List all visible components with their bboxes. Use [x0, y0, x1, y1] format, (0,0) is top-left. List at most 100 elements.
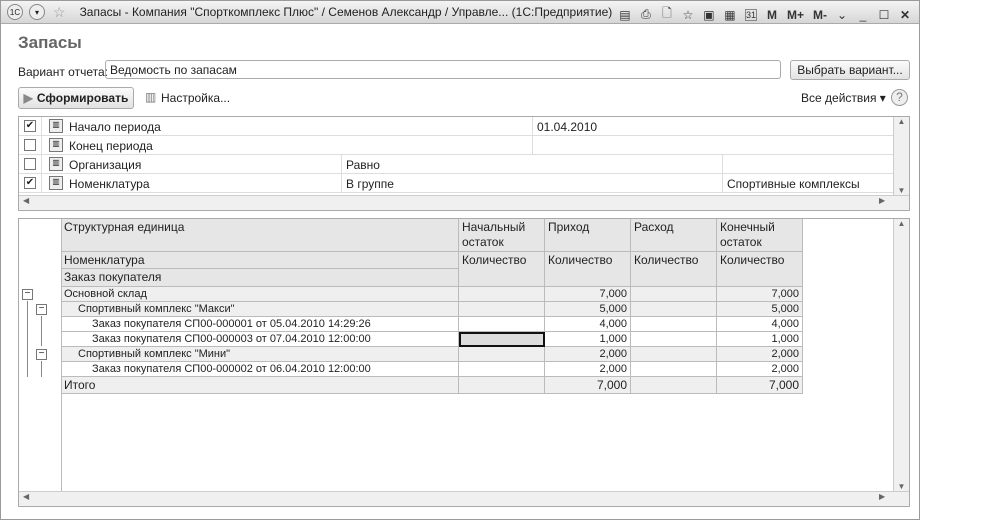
variant-label: Вариант отчета:: [18, 65, 108, 79]
report-cell-end: 4,000: [717, 317, 803, 332]
logo-icon[interactable]: 1С: [7, 4, 23, 20]
settings-button[interactable]: Настройка...: [161, 91, 230, 105]
filter-field-icon: ▥: [49, 157, 63, 171]
report-cell-end: 2,000: [717, 347, 803, 362]
report-vertical-scrollbar[interactable]: ▲ ▼: [893, 219, 909, 491]
report-sheet: Структурная единица Номенклатура Заказ пок…: [18, 218, 910, 507]
report-cell-end: 2,000: [717, 362, 803, 377]
report-total-in: 7,000: [545, 377, 631, 394]
report-cell-start: [459, 287, 545, 302]
report-cell-in: 7,000: [545, 287, 631, 302]
report-total-end: 7,000: [717, 377, 803, 394]
filter-horizontal-scrollbar[interactable]: ◀ ▶: [19, 195, 909, 210]
report-cell-start: [459, 362, 545, 377]
report-row-name: Спортивный комплекс "Макси": [61, 302, 459, 317]
filter-field-icon: ▥: [49, 176, 63, 190]
header-quantity: Количество: [717, 252, 803, 287]
report-cell-end: 7,000: [717, 287, 803, 302]
report-cell-out: [631, 317, 717, 332]
report-cell-in: 2,000: [545, 362, 631, 377]
favorites-icon[interactable]: ▣: [703, 8, 715, 22]
settings-icon: ▥: [145, 90, 157, 104]
filter-checkbox[interactable]: [24, 139, 36, 151]
filter-checkbox[interactable]: ✔: [24, 177, 36, 189]
report-cell-start: [459, 317, 545, 332]
menu-icon[interactable]: ▾: [29, 4, 45, 20]
filter-vertical-scrollbar[interactable]: ▲ ▼: [893, 117, 909, 195]
filter-checkbox[interactable]: ✔: [24, 120, 36, 132]
report-cell-out: [631, 332, 717, 347]
header-customer-order: Заказ покупателя: [61, 269, 459, 287]
play-icon: ▶: [23, 91, 33, 105]
filter-field-name: Конец периода: [69, 139, 153, 153]
close-icon[interactable]: ✕: [899, 8, 911, 22]
collapse-icon[interactable]: −: [22, 289, 33, 300]
header-structural-unit: Структурная единица: [61, 219, 459, 252]
memory-minus-button[interactable]: M-: [813, 8, 827, 22]
filter-table: ✔ ▥ Начало периода 01.04.2010 ▥ Конец пе…: [18, 116, 910, 211]
report-row-name: Основной склад: [61, 287, 459, 302]
preview-icon[interactable]: 🗋: [661, 4, 673, 25]
filter-condition[interactable]: В группе: [346, 177, 394, 191]
memory-button[interactable]: M: [766, 8, 778, 22]
tree-line: [41, 316, 42, 346]
variant-input[interactable]: Ведомость по запасам: [105, 60, 781, 79]
maximize-icon[interactable]: ☐: [878, 8, 890, 22]
report-row-name: Заказ покупателя СП00-000002 от 06.04.20…: [61, 362, 459, 377]
calculator-icon[interactable]: ▦: [724, 8, 736, 22]
choose-variant-button[interactable]: Выбрать вариант...: [790, 60, 910, 80]
favorite-icon[interactable]: ☆: [682, 8, 694, 22]
filter-value[interactable]: 01.04.2010: [537, 120, 597, 134]
report-cell-end: 1,000: [717, 332, 803, 347]
form-title: Запасы: [18, 33, 82, 52]
filter-field-icon: ▥: [49, 138, 63, 152]
report-horizontal-scrollbar[interactable]: ◀ ▶: [19, 491, 909, 506]
filter-row: ✔ ▥ Номенклатура В группе Спортивные ком…: [19, 174, 893, 193]
dropdown-icon[interactable]: ⌄: [836, 8, 848, 22]
report-cell-start: [459, 302, 545, 317]
print-icon[interactable]: ⎙: [640, 7, 652, 22]
all-actions-label: Все действия: [801, 91, 877, 105]
collapse-icon[interactable]: −: [36, 349, 47, 360]
header-nomenclature: Номенклатура: [61, 252, 459, 269]
all-actions-menu[interactable]: Все действия ▾: [801, 91, 886, 105]
filter-condition[interactable]: Равно: [346, 158, 380, 172]
selected-cell[interactable]: [459, 332, 545, 347]
report-cell-in: 1,000: [545, 332, 631, 347]
tree-line: [27, 301, 28, 377]
report-cell-out: [631, 347, 717, 362]
save-icon[interactable]: ▤: [619, 8, 631, 22]
report-cell-out: [631, 302, 717, 317]
filter-field-icon: ▥: [49, 119, 63, 133]
report-cell-end: 5,000: [717, 302, 803, 317]
memory-plus-button[interactable]: M+: [787, 8, 804, 22]
tree-line: [41, 361, 42, 377]
filter-row: ▥ Организация Равно: [19, 155, 893, 174]
filter-field-name: Начало периода: [69, 120, 161, 134]
header-c4: Расход: [631, 219, 717, 252]
report-total-out: [631, 377, 717, 394]
filter-checkbox[interactable]: [24, 158, 36, 170]
header-c3: Приход: [545, 219, 631, 252]
title-bar: 1С ▾ ☆ Запасы - Компания "Спорткомплекс …: [1, 1, 919, 24]
report-cell-start: [459, 347, 545, 362]
report-cell-in: 2,000: [545, 347, 631, 362]
report-row-name: Заказ покупателя СП00-000003 от 07.04.20…: [61, 332, 459, 347]
report-row-name: Спортивный комплекс "Мини": [61, 347, 459, 362]
report-row-name: Заказ покупателя СП00-000001 от 05.04.20…: [61, 317, 459, 332]
filter-field-name: Организация: [69, 158, 142, 172]
calendar-icon[interactable]: 31: [744, 8, 757, 21]
header-quantity: Количество: [545, 252, 631, 287]
generate-button[interactable]: ▶ Сформировать: [18, 87, 134, 109]
minimize-icon[interactable]: _: [857, 8, 869, 22]
filter-value[interactable]: Спортивные комплексы: [727, 177, 860, 191]
window-title: Запасы - Компания "Спорткомплекс Плюс" /…: [79, 5, 613, 19]
header-quantity: Количество: [631, 252, 717, 287]
report-total-label: Итого: [61, 377, 459, 394]
header-quantity: Количество: [459, 252, 545, 287]
help-button[interactable]: ?: [891, 89, 908, 106]
generate-label: Сформировать: [36, 91, 129, 105]
collapse-icon[interactable]: −: [36, 304, 47, 315]
header-c5: Конечный остаток: [717, 219, 803, 252]
star-icon[interactable]: ☆: [53, 4, 66, 21]
